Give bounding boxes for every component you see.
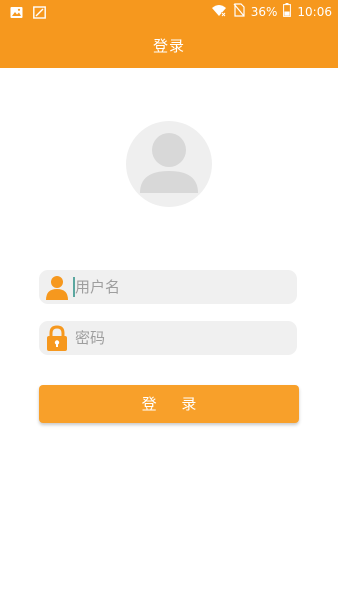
page-title: 登录 (152, 37, 185, 55)
user-icon (46, 276, 68, 300)
battery-percent: 36% (250, 4, 278, 19)
lock-icon (47, 325, 67, 351)
status-bar: 36% 10:06 (0, 0, 338, 22)
system-status: 36% 10:06 (211, 3, 332, 20)
image-icon (10, 4, 23, 23)
avatar (126, 121, 212, 207)
notification-icons (10, 4, 46, 23)
login-button[interactable]: 登 录 (39, 385, 299, 423)
password-field[interactable] (39, 321, 297, 355)
clock: 10:06 (297, 4, 332, 19)
wifi-icon (211, 4, 227, 20)
username-field[interactable] (39, 270, 297, 304)
battery-icon (283, 3, 292, 20)
app-header: 36% 10:06 登录 (0, 0, 338, 68)
user-avatar-placeholder-icon (140, 133, 198, 193)
username-input[interactable] (75, 270, 291, 304)
no-sim-icon (233, 3, 245, 20)
screenshot-icon (33, 4, 46, 23)
password-input[interactable] (75, 321, 291, 355)
